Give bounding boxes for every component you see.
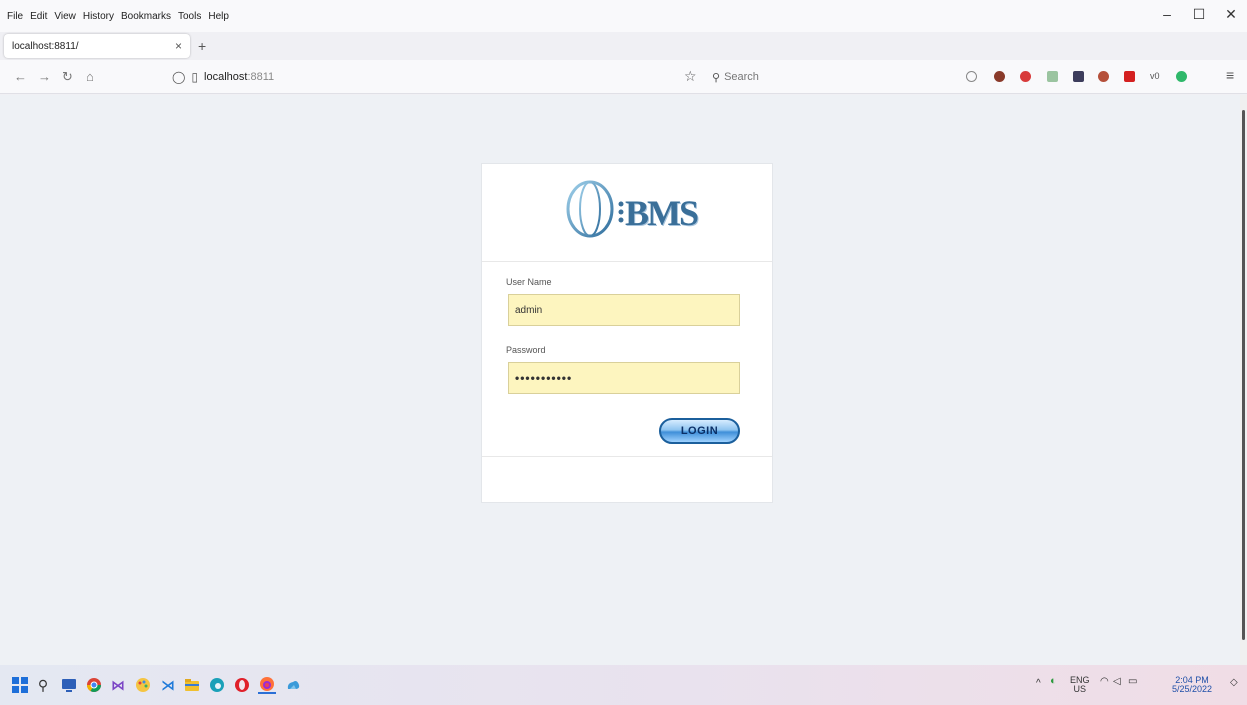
globe-logo-icon: [566, 180, 614, 238]
logo-text: BMS: [625, 193, 699, 233]
tray-status-icon[interactable]: ◐: [1050, 676, 1057, 687]
password-label: Password: [506, 345, 546, 355]
menu-edit[interactable]: Edit: [30, 11, 47, 22]
clock[interactable]: 2:04 PM 5/25/2022: [1172, 676, 1212, 694]
menu-bookmarks[interactable]: Bookmarks: [121, 11, 171, 22]
opera-icon[interactable]: [233, 676, 251, 694]
language-indicator[interactable]: ENG US: [1070, 676, 1090, 694]
minimize-button[interactable]: –: [1151, 6, 1183, 23]
pdf-icon[interactable]: [1124, 71, 1135, 82]
file-explorer-icon[interactable]: [183, 676, 201, 694]
vscode-icon[interactable]: ⋊: [159, 676, 177, 694]
search-icon[interactable]: ⚲: [34, 676, 52, 694]
page-icon[interactable]: ▯: [191, 70, 198, 84]
close-window-button[interactable]: ✕: [1215, 6, 1247, 23]
battery-icon[interactable]: ▭: [1128, 677, 1137, 687]
adblock-icon[interactable]: [1020, 71, 1031, 82]
login-button[interactable]: LOGIN: [659, 418, 740, 444]
menu-view[interactable]: View: [54, 11, 76, 22]
paint-icon[interactable]: [134, 676, 152, 694]
taskbar: ⚲ ⋈ ⋊ ^ ◐ ENG US ◠ ◁ ▭ 2:04 PM 5/25/2022…: [0, 665, 1247, 705]
visual-studio-icon[interactable]: ⋈: [109, 676, 127, 694]
menu-tools[interactable]: Tools: [178, 11, 201, 22]
cloud-app-icon[interactable]: [284, 676, 302, 694]
menu-file[interactable]: File: [7, 11, 23, 22]
firefox-icon[interactable]: [258, 676, 276, 694]
extension-grid-icon[interactable]: [1047, 71, 1058, 82]
pocket-icon[interactable]: [966, 71, 977, 82]
window-controls: – ☐ ✕: [1151, 6, 1247, 23]
extension-green-icon[interactable]: [1176, 71, 1187, 82]
url-port: :8811: [247, 71, 275, 83]
task-view-icon[interactable]: [60, 676, 78, 694]
shield-icon[interactable]: ◯: [172, 70, 185, 84]
new-tab-button[interactable]: +: [198, 38, 206, 54]
start-windows-icon[interactable]: [11, 676, 29, 694]
bookmark-star-icon[interactable]: ☆: [684, 68, 697, 85]
username-input[interactable]: [508, 294, 740, 326]
tab-bar: localhost:8811/ × +: [0, 32, 1247, 60]
home-icon[interactable]: ⌂: [86, 69, 94, 84]
navigation-bar: ← → ↻ ⌂ ◯ ▯ localhost:8811 ☆ ⚲ Search v0…: [0, 60, 1247, 94]
scrollbar-thumb[interactable]: [1242, 110, 1245, 640]
menu-history[interactable]: History: [83, 11, 114, 22]
speaker-icon[interactable]: ◁: [1113, 677, 1121, 687]
search-box[interactable]: ⚲ Search: [712, 65, 902, 89]
menu-help[interactable]: Help: [208, 11, 229, 22]
extension-dark-icon[interactable]: [1073, 71, 1084, 82]
card-divider: [482, 456, 772, 457]
maximize-button[interactable]: ☐: [1183, 6, 1215, 23]
clock-date: 5/25/2022: [1172, 684, 1213, 694]
extension-brown-icon[interactable]: [994, 71, 1005, 82]
logo-area: BMS: [482, 164, 772, 262]
search-icon: ⚲: [712, 71, 721, 84]
reload-icon[interactable]: ↻: [62, 69, 73, 85]
hamburger-menu-icon[interactable]: ≡: [1226, 67, 1234, 83]
logo-dots-icon: [618, 201, 624, 223]
wifi-icon[interactable]: ◠: [1100, 677, 1109, 687]
notification-bell-icon[interactable]: ◇: [1230, 678, 1238, 688]
back-arrow-icon[interactable]: ←: [14, 69, 27, 84]
tab-title: localhost:8811/: [12, 40, 79, 52]
search-placeholder: Search: [724, 71, 759, 83]
username-label: User Name: [506, 277, 552, 287]
login-card: BMS User Name Password LOGIN: [481, 163, 773, 503]
tab-close-icon[interactable]: ×: [175, 39, 182, 53]
extension-horn-icon[interactable]: [1098, 71, 1109, 82]
tab-localhost[interactable]: localhost:8811/ ×: [4, 34, 190, 58]
menu-bar: File Edit View History Bookmarks Tools H…: [0, 0, 1247, 32]
password-input[interactable]: [508, 362, 740, 394]
url-bar[interactable]: ◯ ▯ localhost:8811: [172, 65, 672, 89]
language-bottom: US: [1073, 684, 1087, 694]
forward-arrow-icon[interactable]: →: [38, 69, 51, 84]
edge-icon[interactable]: [208, 676, 226, 694]
extension-v0-icon[interactable]: v0: [1150, 71, 1160, 82]
chrome-icon[interactable]: [85, 676, 103, 694]
url-host: localhost: [204, 71, 248, 83]
tray-chevron-icon[interactable]: ^: [1036, 679, 1041, 689]
